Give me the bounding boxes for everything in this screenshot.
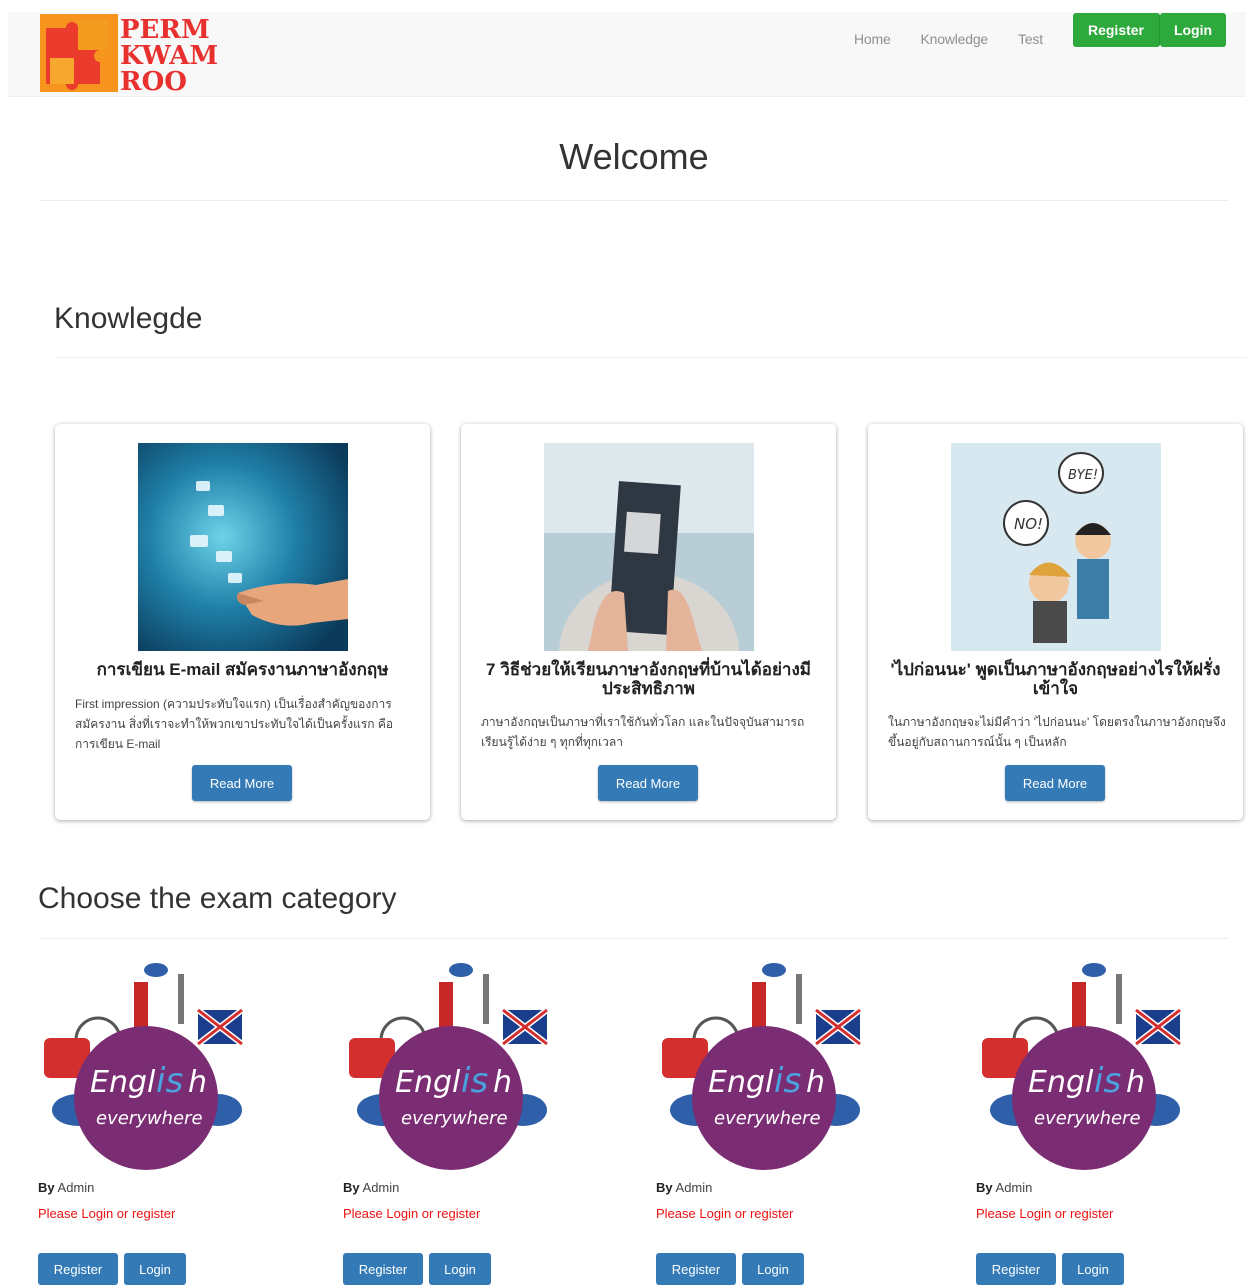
exam-category-item: Engl is h everywhere By Admin Please Log… [976,960,1196,1285]
exam-category-item: Engl is h everywhere By Admin Please Log… [656,960,876,1285]
author-line: By Admin [38,1180,95,1195]
svg-text:is: is [1094,1061,1121,1101]
svg-text:everywhere: everywhere [401,1108,508,1129]
knowledge-heading: Knowlegde [54,302,203,335]
svg-text:h: h [806,1065,825,1100]
card-text: ในภาษาอังกฤษจะไม่มีคำว่า 'ไปก่อนนะ' โดยต… [888,715,1226,749]
welcome-heading: Welcome [559,136,709,177]
exam-category-heading: Choose the exam category [38,882,397,915]
svg-text:everywhere: everywhere [714,1108,821,1129]
english-everywhere-logo[interactable]: Engl is h everywhere [656,960,868,1172]
exam-login-button[interactable]: Login [1062,1253,1124,1285]
read-more-button[interactable]: Read More [192,765,292,801]
svg-text:is: is [461,1061,488,1101]
card-title: 'ไปก่อนนะ' พูดเป็นภาษาอังกฤษอย่างไรให้ฝร… [890,660,1221,698]
svg-text:h: h [493,1065,512,1100]
svg-text:Engl: Engl [1028,1065,1094,1100]
top-navbar: PERM KWAM ROO Home Knowledge Test Regist… [8,12,1246,97]
email-hand-image [138,443,348,651]
author-line: By Admin [343,1180,400,1195]
svg-text:is: is [156,1061,183,1101]
welcome-divider [40,200,1228,201]
svg-text:Engl: Engl [90,1065,156,1100]
svg-text:h: h [188,1065,207,1100]
card-title: การเขียน E-mail สมัครงานภาษาอังกฤษ [96,660,389,679]
svg-text:Engl: Engl [395,1065,461,1100]
login-warning: Please Login or register [976,1206,1114,1221]
login-warning: Please Login or register [656,1206,794,1221]
exam-register-button[interactable]: Register [656,1253,736,1285]
book-reader-image [544,443,754,651]
author-line: By Admin [976,1180,1033,1195]
exam-register-button[interactable]: Register [976,1253,1056,1285]
card-text: First impression (ความประทับใจแรก) เป็นเ… [75,697,394,751]
nav-register-button[interactable]: Register [1073,13,1160,47]
knowledge-card: การเขียน E-mail สมัครงานภาษาอังกฤษ First… [55,424,430,820]
english-everywhere-logo[interactable]: Engl is h everywhere [976,960,1188,1172]
exam-login-button[interactable]: Login [429,1253,491,1285]
exam-login-button[interactable]: Login [742,1253,804,1285]
card-title: 7 วิธีช่วยให้เรียนภาษาอังกฤษที่บ้านได้อย… [486,660,811,698]
svg-text:NO!: NO! [1014,515,1043,533]
knowledge-divider [56,357,1246,358]
svg-text:everywhere: everywhere [1034,1108,1141,1129]
bye-no-cartoon-image: BYE! NO! [951,443,1161,651]
svg-text:BYE!: BYE! [1068,468,1098,483]
login-warning: Please Login or register [38,1206,176,1221]
svg-text:ROO: ROO [120,67,187,92]
svg-text:Engl: Engl [708,1065,774,1100]
svg-text:h: h [1126,1065,1145,1100]
exam-category-item: Engl is h everywhere By Admin Please Log… [343,960,563,1285]
login-warning: Please Login or register [343,1206,481,1221]
nav-login-button[interactable]: Login [1160,13,1226,47]
puzzle-logo-icon: PERM KWAM ROO [40,14,218,97]
english-everywhere-logo[interactable]: Engl is h everywhere [343,960,555,1172]
author-line: By Admin [656,1180,713,1195]
svg-text:everywhere: everywhere [96,1108,203,1129]
read-more-button[interactable]: Read More [1005,765,1105,801]
knowledge-card: BYE! NO! 'ไปก่อนนะ' พูดเป็นภาษาอังกฤษอย่… [868,424,1243,820]
english-everywhere-logo[interactable]: Engl is h everywhere [38,960,250,1172]
nav-home-link[interactable]: Home [854,31,891,47]
nav-test-link[interactable]: Test [1018,31,1043,47]
exam-login-button[interactable]: Login [124,1253,186,1285]
read-more-button[interactable]: Read More [598,765,698,801]
card-text: ภาษาอังกฤษเป็นภาษาที่เราใช้กันทั่วโลก แล… [481,715,805,749]
perm-kwam-roo-logo[interactable]: PERM KWAM ROO [40,14,232,97]
knowledge-card: 7 วิธีช่วยให้เรียนภาษาอังกฤษที่บ้านได้อย… [461,424,836,820]
exam-category-item: Engl is h everywhere By Admin Please Log… [38,960,258,1285]
exam-register-button[interactable]: Register [38,1253,118,1285]
exam-divider [40,938,1228,939]
exam-register-button[interactable]: Register [343,1253,423,1285]
svg-text:is: is [774,1061,801,1101]
nav-knowledge-link[interactable]: Knowledge [921,31,989,47]
